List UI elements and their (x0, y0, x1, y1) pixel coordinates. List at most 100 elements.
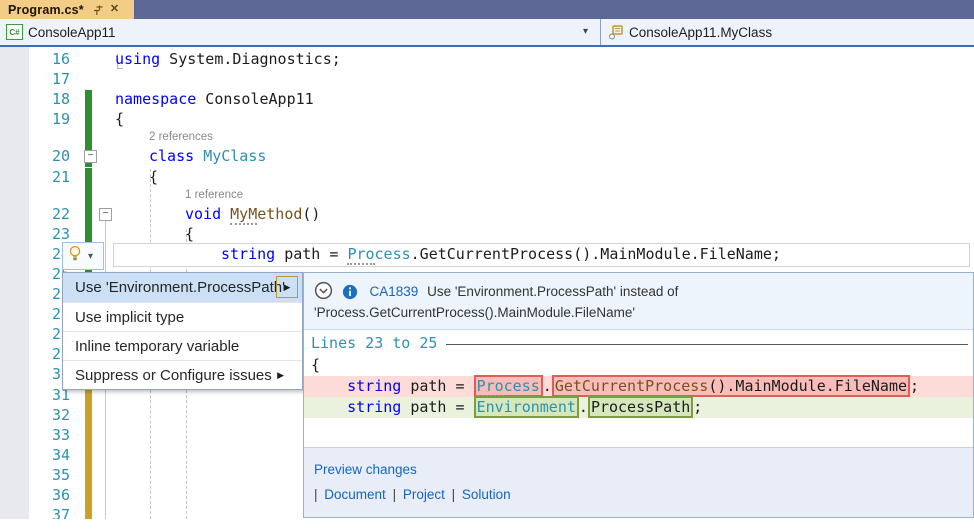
line-number: 19 (0, 110, 70, 128)
code-text: { (115, 110, 124, 128)
submenu-arrow-icon[interactable]: ▶ (277, 361, 284, 390)
csharp-project-icon: C# (6, 24, 23, 40)
fix-scope-link-project[interactable]: Project (403, 487, 445, 502)
change-tracking-bar (85, 188, 92, 205)
line-number: 35 (0, 466, 70, 484)
collapse-toggle[interactable]: − (84, 150, 97, 163)
code-text: string path = Process.GetCurrentProcess(… (221, 245, 781, 263)
tab-program-cs[interactable]: Program.cs* ✕ (0, 0, 134, 19)
code-line[interactable]: 24 string path = Process.GetCurrentProces… (0, 245, 974, 265)
line-number: 34 (0, 446, 70, 464)
scope-separator: | (452, 487, 459, 502)
line-number: 25 (0, 265, 70, 283)
line-number: 26 (0, 285, 70, 303)
codelens-row: 2 references (0, 130, 974, 147)
line-number: 31 (0, 386, 70, 404)
diagnostic-header: CA1839 Use 'Environment.ProcessPath' ins… (304, 273, 973, 330)
quick-actions-menu: Use 'Environment.ProcessPath'▶Use implic… (62, 272, 303, 390)
change-tracking-bar (85, 110, 92, 130)
code-line[interactable]: 18 namespace ConsoleApp11 (0, 90, 974, 110)
pin-icon[interactable] (92, 4, 104, 16)
diff-rule-line (446, 344, 968, 345)
line-number: 29 (0, 345, 70, 363)
menu-item-label: Suppress or Configure issues (75, 367, 272, 384)
quick-actions-lightbulb[interactable]: ▾ (62, 242, 104, 270)
line-number: 23 (0, 225, 70, 243)
preview-changes-link[interactable]: Preview changes (314, 462, 417, 477)
code-text: { (185, 225, 194, 243)
added-span-box: ProcessPath (588, 396, 693, 418)
lightbulb-icon (67, 245, 83, 267)
chevron-circle-icon[interactable] (314, 281, 333, 300)
fix-scope-links: | Document | Project | Solution (314, 487, 514, 502)
project-dropdown[interactable]: C# ConsoleApp11 ▾ (0, 19, 600, 45)
project-dropdown-label: ConsoleApp11 (28, 25, 116, 40)
class-icon (608, 24, 624, 40)
line-number: 16 (0, 50, 70, 68)
code-text: namespace ConsoleApp11 (115, 90, 314, 108)
rule-id-link[interactable]: CA1839 (370, 284, 419, 299)
fix-scope-link-document[interactable]: Document (324, 487, 386, 502)
line-number: 36 (0, 486, 70, 504)
line-number: 27 (0, 305, 70, 323)
change-tracking-bar (85, 130, 92, 147)
navigation-bar: C# ConsoleApp11 ▾ ConsoleApp11.MyClass (0, 19, 974, 47)
removed-span-box: Process (474, 375, 543, 397)
line-number: 21 (0, 168, 70, 186)
diff-context-line: { (304, 355, 973, 376)
code-line[interactable]: 23 { (0, 225, 974, 245)
code-line[interactable]: 17 (0, 70, 974, 90)
scope-separator: | (393, 487, 400, 502)
code-line[interactable]: 21 { (0, 168, 974, 188)
diff-lines-label: Lines 23 to 25 (311, 334, 437, 352)
change-tracking-bar (85, 486, 92, 506)
diff-added-line: string path = Environment.ProcessPath; (304, 397, 973, 418)
menu-item-use-implicit-type[interactable]: Use implicit type (63, 302, 302, 331)
menu-item-inline-temporary-variable[interactable]: Inline temporary variable (63, 331, 302, 360)
change-tracking-bar (85, 446, 92, 466)
removed-span-box: GetCurrentProcess().MainModule.FileName (552, 375, 910, 397)
menu-item-label: Use 'Environment.ProcessPath' (75, 279, 285, 296)
line-number: 28 (0, 325, 70, 343)
member-dropdown[interactable]: ConsoleApp11.MyClass (602, 19, 974, 45)
code-text: void MyMethod() (185, 205, 320, 223)
line-number: 22 (0, 205, 70, 223)
chevron-down-icon[interactable]: ▾ (88, 251, 93, 262)
collapse-toggle[interactable]: − (99, 208, 112, 221)
code-text: { (149, 168, 158, 186)
submenu-arrow-icon[interactable]: ▶ (276, 276, 298, 298)
code-text: using System.Diagnostics; (115, 50, 341, 68)
member-dropdown-label: ConsoleApp11.MyClass (629, 25, 772, 40)
added-span-box: Environment (474, 396, 579, 418)
change-tracking-bar (85, 168, 92, 188)
diff-removed-line: string path = Process.GetCurrentProcess(… (304, 376, 973, 397)
tab-title: Program.cs* (8, 3, 84, 17)
change-tracking-bar (85, 406, 92, 426)
close-icon[interactable]: ✕ (110, 4, 119, 15)
fix-scope-link-solution[interactable]: Solution (462, 487, 511, 502)
codelens-references[interactable]: 2 references (149, 131, 213, 143)
code-line[interactable]: 20 − class MyClass (0, 147, 974, 167)
line-number: 30 (0, 365, 70, 383)
line-number: 32 (0, 406, 70, 424)
line-number: 17 (0, 70, 70, 88)
tab-strip: Program.cs* ✕ (0, 0, 974, 19)
info-icon (342, 284, 358, 300)
line-number: 20 (0, 147, 70, 165)
diagnostic-message: Use 'Environment.ProcessPath' instead of… (314, 284, 678, 320)
codelens-references[interactable]: 1 reference (185, 189, 243, 201)
menu-item-suppress-or-configure-issues[interactable]: Suppress or Configure issues ▶ (63, 360, 302, 389)
menu-item-use-environment-processpath[interactable]: Use 'Environment.ProcessPath'▶ (63, 273, 302, 302)
code-line[interactable]: 16 using System.Diagnostics; (0, 50, 974, 70)
menu-item-label: Inline temporary variable (75, 338, 239, 355)
menu-item-label: Use implicit type (75, 309, 184, 326)
code-line[interactable]: 19 { (0, 110, 974, 130)
code-text: class MyClass (149, 147, 266, 165)
codelens-row: 1 reference (0, 188, 974, 205)
code-line[interactable]: 22 − void MyMethod() (0, 205, 974, 225)
editor-bottom-strip (0, 519, 974, 530)
chevron-down-icon[interactable]: ▾ (583, 26, 588, 37)
line-number: 18 (0, 90, 70, 108)
line-number: 24 (0, 245, 70, 263)
change-tracking-bar (85, 205, 92, 225)
